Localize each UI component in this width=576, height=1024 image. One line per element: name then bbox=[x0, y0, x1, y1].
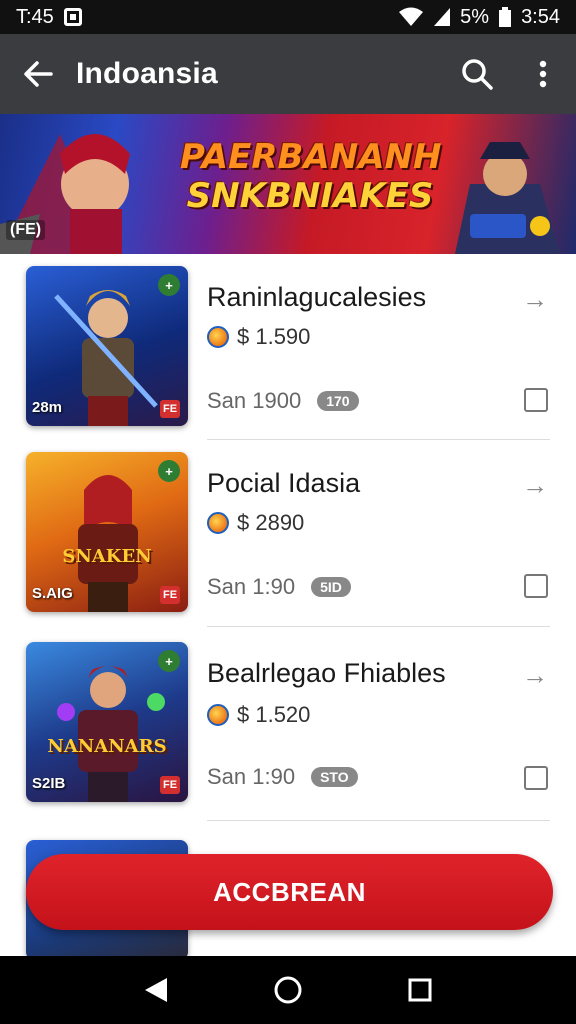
system-nav-bar bbox=[0, 956, 576, 1024]
battery-percent: 5% bbox=[460, 5, 490, 28]
item-pill: 5ID bbox=[311, 577, 351, 597]
coin-icon bbox=[207, 326, 229, 348]
item-pill: 170 bbox=[317, 391, 359, 411]
circle-home-icon bbox=[274, 976, 302, 1004]
list-item[interactable]: NANANARS + FE S2IB Bealrlegao Fhiables $… bbox=[0, 628, 576, 821]
square-recents-icon bbox=[408, 978, 432, 1002]
app-bar: Indoansia bbox=[0, 34, 576, 114]
item-checkbox[interactable] bbox=[524, 574, 548, 598]
item-meta-text: San 1900 bbox=[207, 388, 302, 413]
item-thumbnail: + FE 28m bbox=[26, 266, 188, 426]
item-title: Bealrlegao Fhiables bbox=[207, 658, 446, 688]
item-price: $ 1.520 bbox=[207, 702, 310, 728]
item-price: $ 1.590 bbox=[207, 324, 310, 350]
item-price-value: $ 2890 bbox=[237, 510, 305, 535]
banner-title-line1: PAERBANANH bbox=[180, 137, 442, 177]
back-button[interactable] bbox=[0, 34, 76, 114]
thumb-art-text: SNAKEN bbox=[62, 546, 152, 567]
more-options-button[interactable] bbox=[510, 34, 576, 114]
item-thumbnail: SNAKEN + FE S.AIG bbox=[26, 452, 188, 612]
item-price: $ 2890 bbox=[207, 510, 304, 536]
banner-title: PAERBANANH SNKBNIAKES bbox=[180, 137, 442, 217]
item-meta: San 1:90 STO bbox=[207, 764, 358, 790]
chevron-right-icon[interactable]: → bbox=[522, 470, 548, 501]
item-checkbox[interactable] bbox=[524, 388, 548, 412]
nav-back-button[interactable] bbox=[126, 960, 186, 1020]
chevron-right-icon[interactable]: → bbox=[522, 284, 548, 315]
nav-recents-button[interactable] bbox=[390, 960, 450, 1020]
list-item[interactable]: SNAKEN + FE S.AIG Pocial Idasia $ 2890 S… bbox=[0, 440, 576, 627]
divider bbox=[207, 820, 550, 821]
coin-icon bbox=[207, 512, 229, 534]
rating-badge: FE bbox=[160, 586, 180, 604]
plus-badge-icon: + bbox=[158, 650, 180, 672]
promo-banner[interactable]: PAERBANANH SNKBNIAKES (FE) bbox=[0, 114, 576, 254]
banner-tag: (FE) bbox=[6, 220, 46, 240]
rating-badge: FE bbox=[160, 400, 180, 418]
thumb-art-text: NANANARS bbox=[47, 736, 167, 757]
status-bar: T:45 5% 3:54 bbox=[0, 0, 576, 34]
item-meta-text: San 1:90 bbox=[207, 764, 296, 789]
item-checkbox[interactable] bbox=[524, 766, 548, 790]
item-price-value: $ 1.590 bbox=[237, 324, 311, 349]
triangle-back-icon bbox=[145, 978, 167, 1002]
more-vert-icon bbox=[539, 60, 547, 88]
item-title: Pocial Idasia bbox=[207, 468, 361, 498]
page-title: Indoansia bbox=[76, 57, 218, 90]
item-meta-text: San 1:90 bbox=[207, 574, 296, 599]
item-price-value: $ 1.520 bbox=[237, 702, 311, 727]
primary-action-button[interactable]: ACCBREAN bbox=[26, 854, 553, 930]
search-button[interactable] bbox=[444, 34, 510, 114]
signal-icon bbox=[434, 8, 451, 26]
thumb-corner-label: S.AIG bbox=[32, 585, 73, 602]
item-title: Raninlagucalesies bbox=[207, 282, 427, 312]
thumb-corner-label: 28m bbox=[32, 399, 63, 416]
search-icon bbox=[462, 59, 493, 90]
plus-badge-icon: + bbox=[158, 460, 180, 482]
banner-title-line2: SNKBNIAKES bbox=[186, 176, 434, 217]
rating-badge: FE bbox=[160, 776, 180, 794]
wifi-icon bbox=[399, 7, 424, 26]
coin-icon bbox=[207, 704, 229, 726]
status-clock: 3:54 bbox=[521, 5, 560, 28]
divider bbox=[207, 626, 550, 627]
plus-badge-icon: + bbox=[158, 274, 180, 296]
chevron-right-icon[interactable]: → bbox=[522, 660, 548, 691]
status-time: T:45 bbox=[16, 5, 54, 28]
thumb-corner-label: S2IB bbox=[32, 775, 66, 792]
item-meta: San 1:90 5ID bbox=[207, 574, 351, 600]
item-meta: San 1900 170 bbox=[207, 388, 359, 414]
battery-icon bbox=[499, 7, 512, 27]
nav-home-button[interactable] bbox=[258, 960, 318, 1020]
item-pill: STO bbox=[311, 767, 358, 787]
arrow-left-icon bbox=[24, 61, 53, 87]
item-thumbnail: NANANARS + FE S2IB bbox=[26, 642, 188, 802]
notification-icon bbox=[63, 8, 82, 26]
list-item[interactable]: + FE 28m Raninlagucalesies $ 1.590 San 1… bbox=[0, 254, 576, 440]
